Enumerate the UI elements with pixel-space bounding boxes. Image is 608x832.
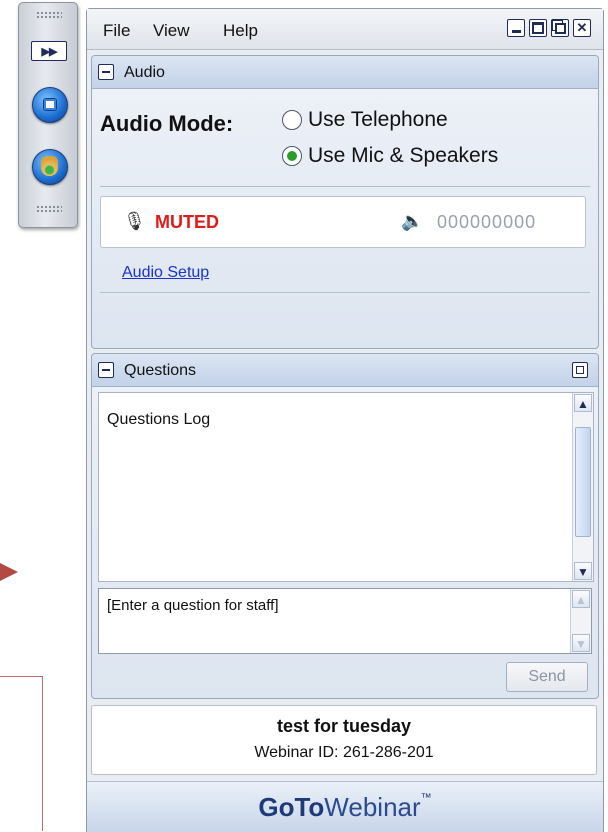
expand-arrows-icon: ▶▶ <box>41 45 58 58</box>
question-input-placeholder: [Enter a question for staff] <box>107 597 279 614</box>
control-panel-grab-tab[interactable]: ▶▶ <box>18 2 78 228</box>
questions-log-text: Questions Log <box>107 411 211 428</box>
maximize-icon[interactable] <box>529 19 547 37</box>
screen-icon <box>43 98 57 111</box>
scroll-thumb[interactable] <box>575 427 591 537</box>
annotation-frame <box>0 676 43 831</box>
menu-view[interactable]: View <box>153 21 190 41</box>
mute-status: MUTED <box>155 212 219 232</box>
gotowebinar-logo: GoToWebinar™ <box>258 792 431 823</box>
audio-pin: 000000000 <box>437 212 537 232</box>
questions-panel: Questions Questions Log ▲ ▼ [Enter a que… <box>91 353 599 699</box>
raise-hand-icon <box>41 156 58 176</box>
divider <box>100 292 590 293</box>
brand-bar: GoToWebinar™ <box>87 781 603 832</box>
collapse-icon[interactable] <box>98 64 114 80</box>
use-telephone-label: Use Telephone <box>308 108 448 131</box>
menu-file[interactable]: File <box>103 21 130 41</box>
question-input-scrollbar[interactable]: ▲ ▼ <box>570 589 591 653</box>
show-screen-button[interactable] <box>32 87 68 123</box>
restore-icon[interactable] <box>551 19 569 37</box>
popout-icon[interactable] <box>572 362 588 378</box>
drag-grip-icon[interactable] <box>36 205 62 213</box>
gotowebinar-control-panel: File View Help ✕ Audio Audio Mode: Use T… <box>86 8 604 832</box>
divider <box>100 186 590 187</box>
scroll-up-icon[interactable]: ▲ <box>574 394 592 412</box>
close-icon[interactable]: ✕ <box>573 19 591 37</box>
webinar-id: Webinar ID: 261-286-201 <box>254 744 434 761</box>
menu-bar: File View Help ✕ <box>87 9 603 50</box>
questions-log-scrollbar[interactable]: ▲ ▼ <box>572 393 593 581</box>
microphone-icon[interactable]: 🎙 <box>123 211 146 232</box>
question-input[interactable]: [Enter a question for staff] ▲ ▼ <box>98 588 592 654</box>
brand-light: Webinar <box>324 791 421 822</box>
scroll-down-icon[interactable]: ▼ <box>572 634 590 652</box>
questions-log[interactable]: Questions Log ▲ ▼ <box>98 392 594 582</box>
use-mic-speakers-radio[interactable]: Use Mic & Speakers <box>282 144 498 168</box>
use-telephone-radio[interactable]: Use Telephone <box>282 108 448 132</box>
drag-grip-icon[interactable] <box>36 11 62 19</box>
questions-panel-title: Questions <box>124 362 197 379</box>
expand-panel-button[interactable]: ▶▶ <box>31 41 67 61</box>
audio-panel-header[interactable]: Audio <box>92 56 598 89</box>
brand-bold: GoTo <box>258 791 325 822</box>
webinar-info: test for tuesday Webinar ID: 261-286-201 <box>91 705 597 775</box>
raise-hand-button[interactable] <box>32 149 68 185</box>
radio-button[interactable] <box>282 110 302 130</box>
collapse-icon[interactable] <box>98 362 114 378</box>
questions-panel-header[interactable]: Questions <box>92 354 598 387</box>
audio-status-box: 🎙 MUTED 🔈 000000000 <box>100 196 586 248</box>
brand-trademark: ™ <box>420 791 432 804</box>
webinar-title: test for tuesday <box>276 716 412 736</box>
audio-setup-link[interactable]: Audio Setup <box>122 264 209 282</box>
speaker-icon: 🔈 <box>401 211 424 231</box>
use-mic-speakers-label: Use Mic & Speakers <box>308 144 499 167</box>
radio-button-selected[interactable] <box>282 146 302 166</box>
scroll-up-icon[interactable]: ▲ <box>572 590 590 608</box>
send-button[interactable]: Send <box>506 662 588 692</box>
audio-panel-title: Audio <box>124 64 165 81</box>
scroll-down-icon[interactable]: ▼ <box>574 562 592 580</box>
minimize-icon[interactable] <box>507 19 525 37</box>
menu-help[interactable]: Help <box>223 21 258 41</box>
audio-mode-label: Audio Mode: <box>100 111 234 136</box>
pointer-arrow <box>0 563 18 581</box>
audio-panel: Audio Audio Mode: Use Telephone Use Mic … <box>91 55 599 349</box>
